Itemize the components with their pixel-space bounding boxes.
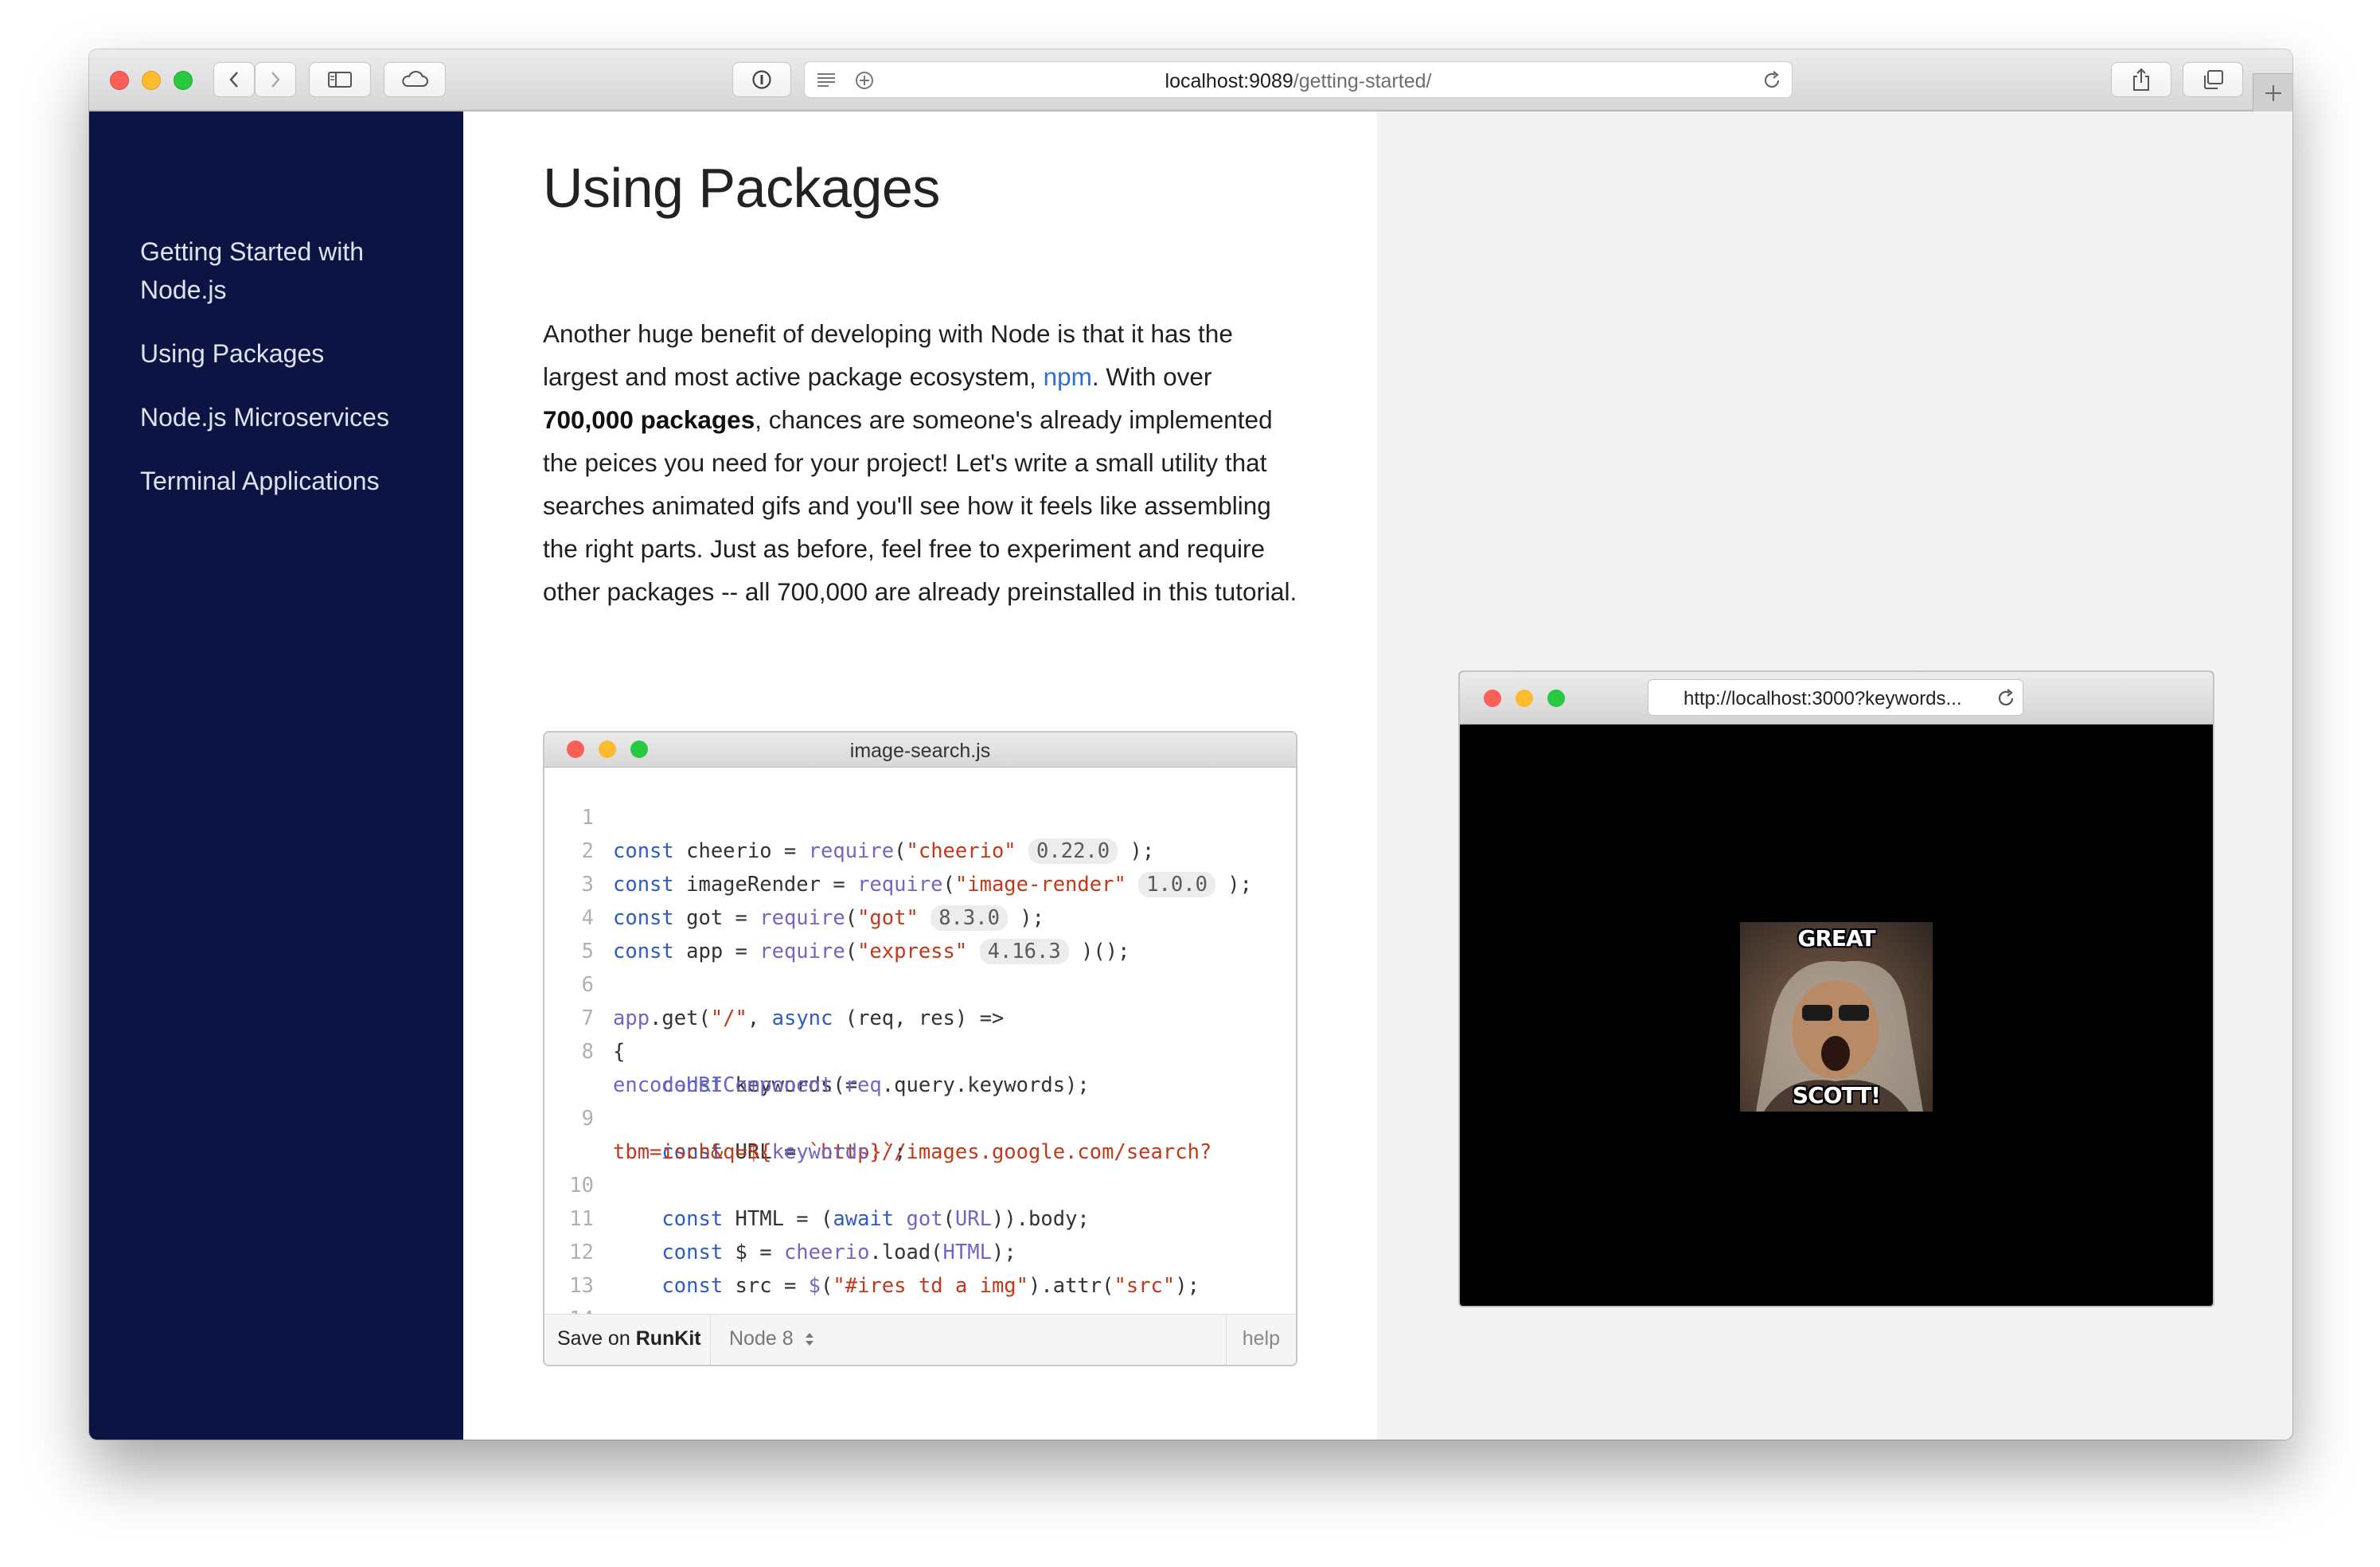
shield-info-icon <box>752 70 771 89</box>
result-gif-image: GREAT SCOTT! <box>1740 922 1933 1112</box>
main-content: Using Packages Another huge benefit of d… <box>463 111 1377 1440</box>
intro-text-2: . With over <box>1091 362 1212 391</box>
privacy-report-button[interactable] <box>732 62 791 97</box>
sidebar-icon <box>328 72 352 88</box>
editor-titlebar: image-search.js <box>544 733 1296 768</box>
footer-divider <box>710 1315 711 1365</box>
preview-zoom-dot <box>1547 690 1565 707</box>
chevron-left-icon <box>229 72 238 88</box>
browser-window: localhost:9089/getting-started/ Getting … <box>89 49 2292 1440</box>
code-line-wrap: encodeURIComponent(req.query.keywords); <box>544 1035 1296 1097</box>
tabs-overview-icon <box>2204 70 2223 89</box>
chevron-right-icon <box>271 72 280 88</box>
sidebar-item-microservices[interactable]: Node.js Microservices <box>140 398 403 436</box>
code-line: 14 res.send(imageRender(src)); <box>544 1269 1296 1365</box>
code-line: 4 const app = require("express" 4.16.3 )… <box>544 868 1296 964</box>
npm-link[interactable]: npm <box>1044 362 1092 391</box>
sidebar-item-getting-started[interactable]: Getting Started with Node.js <box>140 233 403 309</box>
runkit-brand: RunKit <box>635 1327 701 1350</box>
sidebar-nav: Getting Started with Node.js Using Packa… <box>89 111 463 1440</box>
code-area[interactable]: 1 const cheerio = require("cheerio" 0.22… <box>544 768 1296 1365</box>
browser-toolbar: localhost:9089/getting-started/ <box>89 49 2292 111</box>
code-line: 2 const imageRender = require("image-ren… <box>544 801 1296 897</box>
zoom-window-button[interactable] <box>174 71 193 90</box>
editor-filename: image-search.js <box>849 740 991 762</box>
address-bar[interactable]: localhost:9089/getting-started/ <box>804 61 1793 98</box>
reload-icon[interactable] <box>1762 70 1782 91</box>
url-text: localhost:9089/getting-started/ <box>805 70 1792 93</box>
preview-minimize-dot <box>1516 690 1533 707</box>
code-line: 12 const src = $("#ires td a img").attr(… <box>544 1202 1296 1298</box>
url-host: localhost:9089 <box>1165 70 1293 92</box>
show-tabs-button[interactable] <box>2183 62 2243 97</box>
share-button[interactable] <box>2111 62 2171 97</box>
code-line: 11 const $ = cheerio.load(HTML); <box>544 1169 1296 1264</box>
share-icon <box>2133 68 2149 91</box>
preview-url-text: http://localhost:3000?keywords... <box>1684 688 1962 709</box>
preview-titlebar: http://localhost:3000?keywords... <box>1460 672 2213 725</box>
intro-paragraph: Another huge benefit of developing with … <box>543 312 1307 613</box>
code-line: 7 { <box>544 968 1296 1064</box>
preview-reload-icon[interactable] <box>1996 688 2016 709</box>
help-button[interactable]: help <box>1243 1327 1280 1350</box>
back-button[interactable] <box>213 62 255 97</box>
node-version-label: Node 8 <box>729 1327 794 1350</box>
forward-button[interactable] <box>255 62 296 97</box>
sidebar-item-using-packages[interactable]: Using Packages <box>140 334 403 373</box>
icloud-tabs-button[interactable] <box>384 62 446 97</box>
code-line: 3 const got = require("got" 8.3.0 ); <box>544 834 1296 931</box>
code-line: 1 const cheerio = require("cheerio" 0.22… <box>544 768 1296 864</box>
code-line: 10 const HTML = (await got(URL)).body; <box>544 1135 1296 1231</box>
close-window-button[interactable] <box>110 71 129 90</box>
select-arrows-icon <box>805 1333 813 1346</box>
code-line: 13 <box>544 1236 1296 1298</box>
new-tab-button[interactable] <box>2253 73 2292 111</box>
gif-bottom-caption: SCOTT! <box>1792 1082 1881 1108</box>
preview-viewport: GREAT SCOTT! <box>1460 725 2213 1306</box>
minimize-window-button[interactable] <box>142 71 161 90</box>
code-line: 9 const URL = `http://images.google.com/… <box>544 1069 1296 1164</box>
save-on-runkit-button[interactable]: Save on RunKit <box>557 1327 701 1350</box>
code-editor: image-search.js 1 const cheerio = requir… <box>543 731 1297 1366</box>
preview-close-dot <box>1484 690 1501 707</box>
url-path: /getting-started/ <box>1293 70 1432 92</box>
preview-url-bar[interactable]: http://localhost:3000?keywords... <box>1648 679 2023 716</box>
sidebar-item-terminal-apps[interactable]: Terminal Applications <box>140 462 403 500</box>
code-line: 5 <box>544 901 1296 963</box>
editor-footer: Save on RunKit Node 8 help <box>544 1314 1296 1365</box>
endpoint-preview-window: http://localhost:3000?keywords... GREAT … <box>1458 670 2214 1307</box>
save-prefix: Save on <box>557 1327 636 1350</box>
gif-top-caption: GREAT <box>1797 925 1875 952</box>
code-line: 6 app.get("/", async (req, res) => <box>544 935 1296 1030</box>
intro-bold-count: 700,000 packages <box>543 405 755 434</box>
footer-divider <box>1226 1315 1227 1365</box>
page-title: Using Packages <box>543 157 940 219</box>
code-line: 8 const keywords = <box>544 1002 1296 1097</box>
plus-icon <box>2265 85 2281 101</box>
sidebar-toggle-button[interactable] <box>309 62 371 97</box>
node-version-select[interactable]: Node 8 <box>729 1327 815 1350</box>
code-line-wrap: tbm=isch&q=${keywords}`; <box>544 1102 1296 1164</box>
intro-text-3: , chances are someone's already implemen… <box>543 405 1297 606</box>
cloud-icon <box>402 71 428 87</box>
